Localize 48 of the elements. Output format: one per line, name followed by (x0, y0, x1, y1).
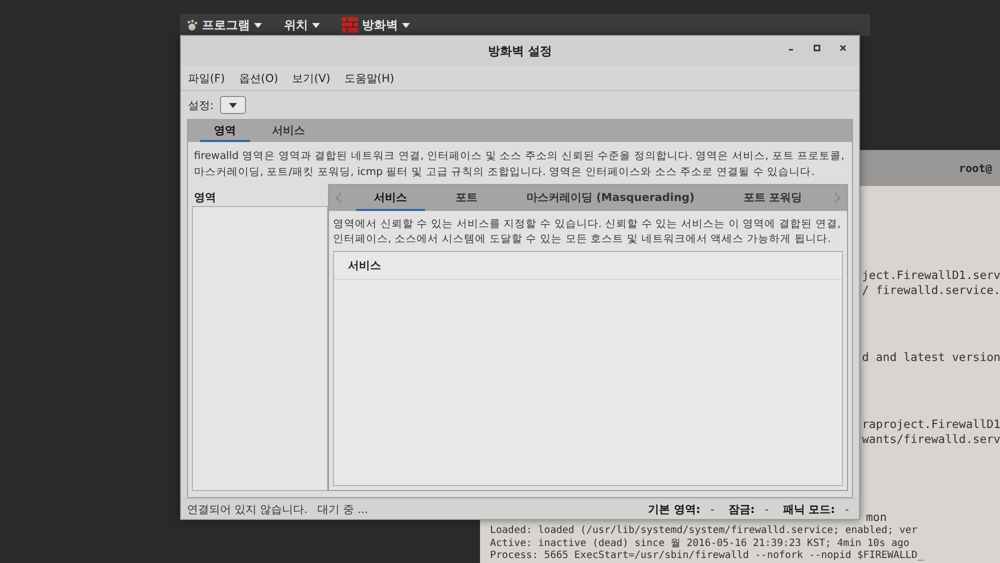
terminal-line: ject.FirewallD1.serv (862, 268, 1000, 283)
terminal-line: Active: inactive (dead) since 월 2016-05-16 21:39:23 KST; 4min 10s ago (490, 538, 910, 550)
caret-icon (228, 102, 237, 108)
settings-label: 설정: (188, 98, 214, 112)
caret-icon (402, 22, 410, 28)
tab[interactable]: 포트 (438, 185, 496, 211)
panel-menu[interactable]: 프로그램 (202, 16, 250, 34)
panel-menu[interactable]: 위치 (284, 16, 308, 34)
tab[interactable]: 서비스 (258, 120, 319, 142)
close-button[interactable] (837, 42, 849, 54)
close-icon (839, 44, 847, 52)
maximize-icon (813, 44, 821, 52)
terminal-line: raproject.FirewallD1 (862, 417, 1000, 432)
status-value: - (845, 502, 849, 516)
tab[interactable]: 서비스 (356, 185, 425, 211)
caret-icon (312, 22, 320, 28)
menu-item[interactable]: 파일(F) (188, 70, 225, 86)
terminal-line: / firewalld.service. (862, 283, 1000, 298)
status-value: - (764, 502, 769, 516)
zone-list-heading: 영역 (193, 190, 217, 206)
terminal-line: Process: 5665 ExecStart=/usr/sbin/firewalld --nofork --nopid $FIREWALLD_ (490, 550, 924, 562)
terminal-line: mon (866, 510, 887, 524)
column-header[interactable]: 서비스 (334, 252, 842, 280)
service-description: 영역에서 신뢰할 수 있는 서비스를 지정할 수 있습니다. 신뢰할 수 있는 서비스는 이 영역에 결합된 연결, 인터페이스, 소스에서 시스템에 도달할 수 있는 모든 호스트 및 네트워크에서 액세스 가능하게 됩니다. (332, 217, 842, 247)
terminal-line: d and latest version (862, 350, 1000, 365)
tab[interactable]: 마스커레이딩 (Masquerading) (508, 185, 713, 211)
connection-status: 연결되어 있지 않습니다. (187, 502, 308, 516)
zone-description: firewalld 영역은 영역과 결합된 네트워크 연결, 인터페이스 및 소스 주소의 신뢰된 수준을 정의합니다. 영역은 서비스, 포트 프로토콜, 마스커레이딩, 포트/패킷 포워딩, icmp 필터 및 고급 규칙의 조합입니다. 영역은 인터페이스와 소스 주소로 연결될 수 있습니다. (193, 149, 846, 180)
settings-dropdown[interactable] (220, 96, 246, 114)
status-label: 잠금: (728, 502, 755, 516)
waiting-status: 대기 중 ... (318, 502, 368, 516)
status-label: 패닉 모드: (782, 502, 836, 516)
brick-wall-icon (342, 17, 358, 33)
status-label: 기본 영역: (648, 502, 700, 516)
tab[interactable]: 포트 포워딩 (725, 185, 820, 211)
foot-icon (186, 19, 198, 31)
menu-item[interactable]: 옵션(O) (238, 70, 278, 86)
tab[interactable]: 영역 (200, 120, 250, 142)
terminal-title: root@ (958, 162, 992, 174)
terminal-line: wants/firewalld.serv (862, 432, 1000, 447)
panel-menu[interactable]: 방화벽 (362, 16, 398, 34)
status-value: - (710, 502, 714, 516)
window-title: 방화벽 설정 (488, 42, 552, 60)
menu-item[interactable]: 도움말(H) (344, 70, 394, 86)
menu-item[interactable]: 보기(V) (292, 70, 330, 86)
terminal-line: Loaded: loaded (/usr/lib/systemd/system/firewalld.service; enabled; ver (490, 525, 918, 538)
caret-icon (254, 22, 262, 28)
maximize-button[interactable] (811, 42, 823, 54)
